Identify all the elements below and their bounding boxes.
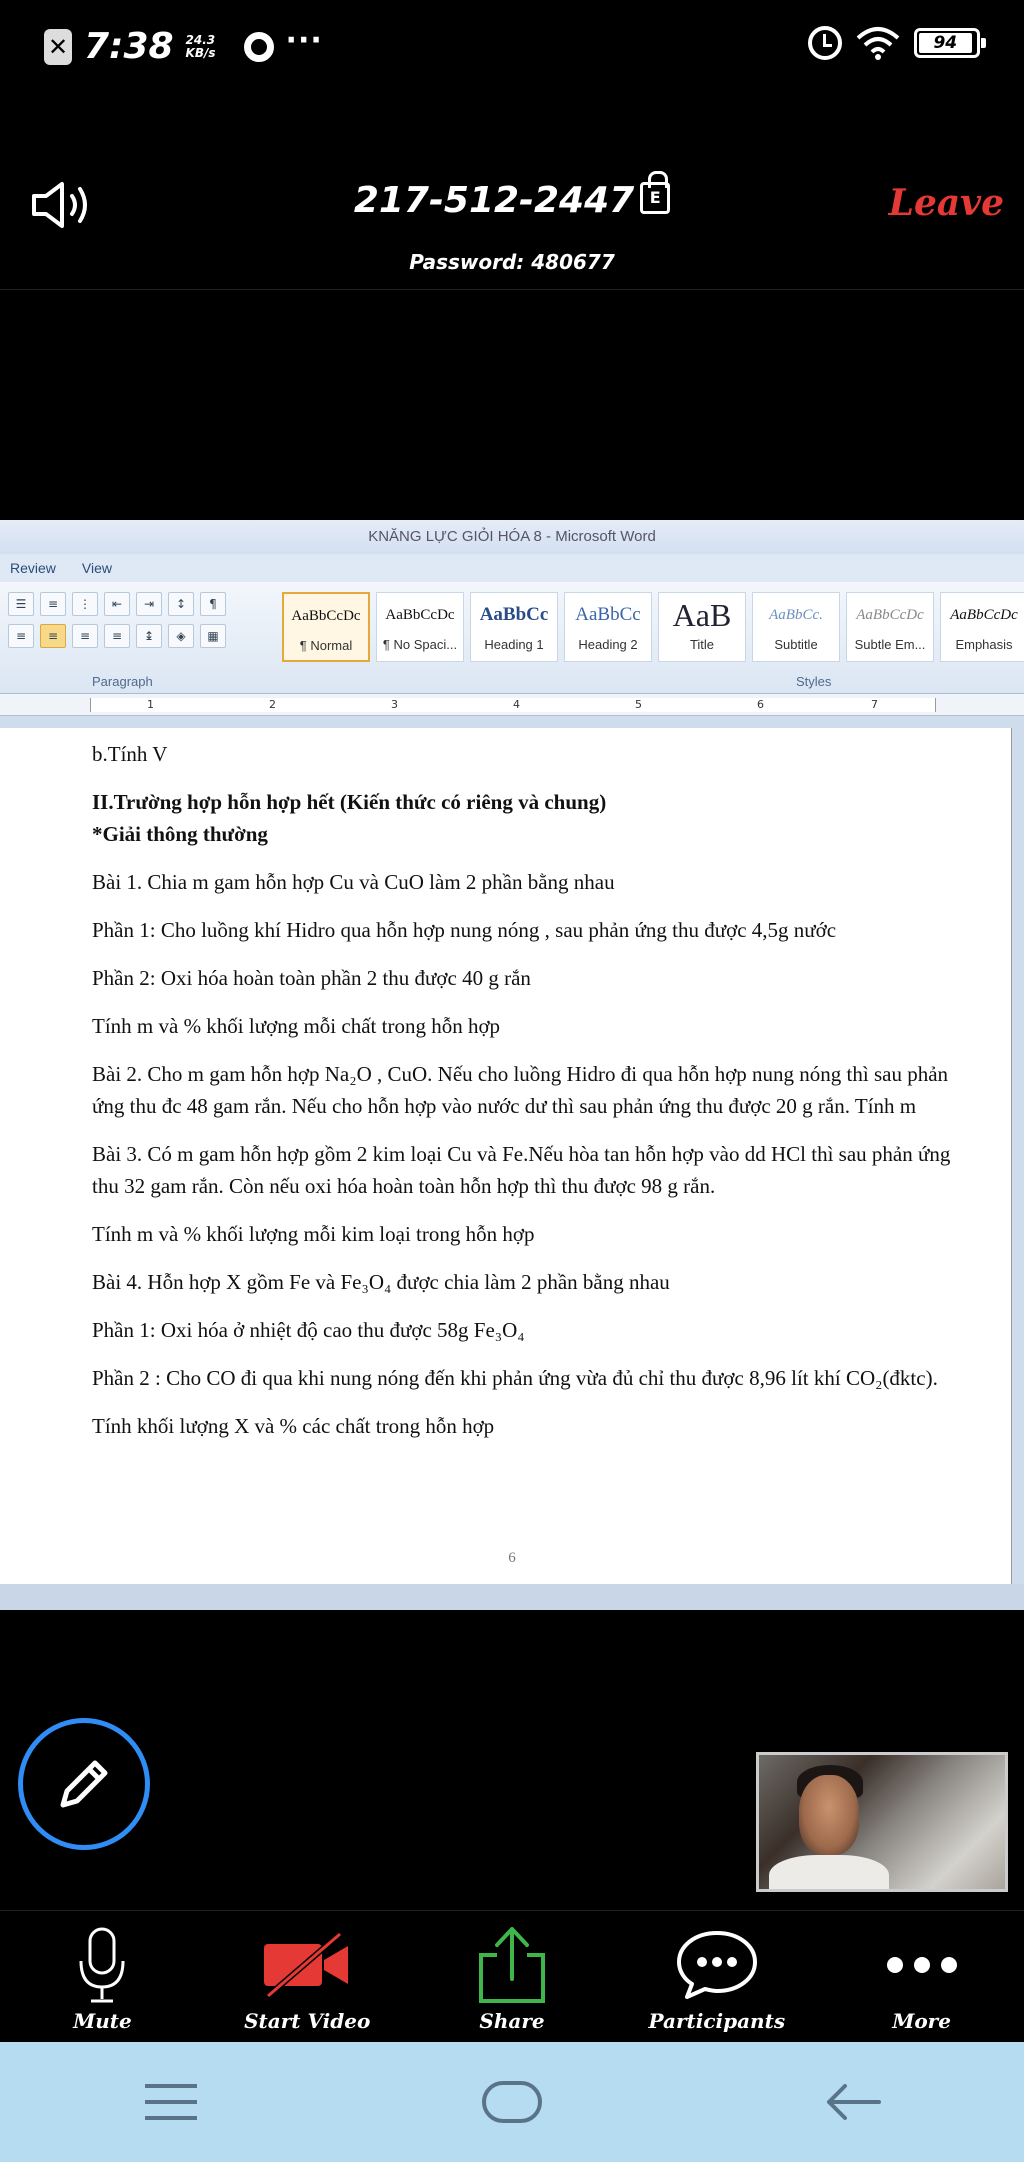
multilevel-list-icon: ⋮ [72,592,98,616]
more-button[interactable]: More [819,1911,1024,2042]
doc-line: Phần 2: Oxi hóa hoàn toàn phần 2 thu đượ… [92,966,531,990]
paragraph-group: ☰ ≡ ⋮ ⇤ ⇥ ↕ ¶ ≡ ≡ ≡ ≡ ↨ ◈ ▦ [8,592,270,684]
alarm-icon [808,26,842,60]
wifi-icon [856,27,900,60]
align-center-icon: ≡ [40,624,66,648]
align-right-icon: ≡ [72,624,98,648]
line-spacing-icon: ↨ [136,624,162,648]
style-subtitle: AaBbCc. Subtitle [752,592,840,662]
doc-heading: II.Trường hợp hỗn hợp hết (Kiến thức có … [92,790,607,814]
menu-icon [144,2084,197,2120]
battery-icon: 94 [914,28,986,58]
meeting-password: Password: 480677 [409,250,615,274]
word-ribbon: ☰ ≡ ⋮ ⇤ ⇥ ↕ ¶ ≡ ≡ ≡ ≡ ↨ ◈ ▦ Paragraph Aa… [0,582,1024,694]
borders-icon: ▦ [200,624,226,648]
home-icon [481,2081,542,2123]
doc-line: Bài 2. Cho m gam hỗn hợp Na₂O , CuO. Nếu… [92,1062,949,1118]
lock-icon: E [640,171,671,214]
battery-level: 94 [919,33,972,53]
style-heading-2: AaBbCc Heading 2 [564,592,652,662]
doc-line: Bài 1. Chia m gam hỗn hợp Cu và CuO làm … [92,870,615,894]
annotate-button[interactable] [18,1718,150,1850]
status-time: 7:38 [84,26,174,67]
more-dots-icon [886,1957,957,1973]
leave-button[interactable]: Leave [889,182,1004,224]
styles-group-label: Styles [796,674,832,689]
shared-screen[interactable]: KNĂNG LỰC GIỎI HÓA 8 - Microsoft Word Re… [0,520,1024,1610]
meeting-header: 217-512-2447 E Leave Password: 480677 [0,150,1024,290]
sort-icon: ↕ [168,592,194,616]
ruler: 1 2 3 4 5 6 7 [0,694,1024,716]
align-left-icon: ≡ [8,624,34,648]
doc-subheading: *Giải thông thường [92,822,268,846]
word-ribbon-tabs: Review View [0,554,1024,582]
doc-line: b.Tính V [92,742,168,766]
paragraph-group-label: Paragraph [92,674,153,689]
doc-line: Tính m và % khối lượng mỗi chất trong hỗ… [92,1014,501,1038]
doc-line: Bài 4. Hỗn hợp X gồm Fe và Fe₃O₄ được ch… [92,1270,670,1294]
network-speed: 24.3 KB/s [185,32,216,60]
home-button[interactable] [442,2062,582,2142]
style-normal: AaBbCcDc ¶ Normal [282,592,370,662]
doc-line: Tính m và % khối lượng mỗi kim loại tron… [92,1222,535,1246]
more-notifications-icon: ··· [285,23,323,58]
doc-line: Phần 1: Oxi hóa ở nhiệt độ cao thu được … [92,1318,525,1342]
recent-apps-button[interactable] [101,2062,241,2142]
style-title: AaB Title [658,592,746,662]
share-button[interactable]: Share [410,1911,615,2042]
self-video-thumbnail[interactable] [756,1752,1008,1892]
style-no-spacing: AaBbCcDc ¶ No Spaci... [376,592,464,662]
word-title-bar: KNĂNG LỰC GIỎI HÓA 8 - Microsoft Word [0,520,1024,554]
bullets-icon: ☰ [8,592,34,616]
styles-gallery: AaBbCcDc ¶ Normal AaBbCcDc ¶ No Spaci... A… [282,592,1024,662]
decrease-indent-icon: ⇤ [104,592,130,616]
status-bar: ✕ 7:38 24.3 KB/s ··· 94 [0,0,1024,96]
document-page: b.Tính V II.Trường hợp hỗn hợp hết (Kiến… [0,728,1012,1584]
tab-view: View [81,560,112,576]
tab-review: Review [10,560,56,576]
start-video-button[interactable]: Start Video [205,1911,410,2042]
chat-bubble-icon [676,1931,757,1999]
justify-icon: ≡ [104,624,130,648]
pencil-icon [60,1760,108,1808]
participants-button[interactable]: Participants [614,1911,819,2042]
microphone-icon [79,1927,125,2003]
mute-button[interactable]: Mute [0,1911,205,2042]
doc-line: Phần 1: Cho luồng khí Hidro qua hỗn hợp … [92,918,837,942]
style-emphasis: AaBbCcDc Emphasis [940,592,1024,662]
increase-indent-icon: ⇥ [136,592,162,616]
pilcrow-icon: ¶ [200,592,226,616]
chrome-icon [243,31,274,62]
video-off-icon [264,1931,349,1999]
system-navigation-bar [0,2042,1024,2162]
doc-line: Phần 2 : Cho CO đi qua khi nung nóng đến… [92,1366,938,1390]
meeting-toolbar: Mute Start Video Share Participants More [0,1910,1024,2042]
style-subtle-emphasis: AaBbCcDc Subtle Em... [846,592,934,662]
shading-icon: ◈ [168,624,194,648]
document-bottom-area [0,1584,1024,1610]
share-icon [478,1927,545,2003]
numbering-icon: ≡ [40,592,66,616]
doc-line: Bài 3. Có m gam hỗn hợp gồm 2 kim loại C… [92,1142,951,1198]
notification-close-icon: ✕ [44,28,72,65]
doc-line: Tính khối lượng X và % các chất trong hỗ… [92,1414,495,1438]
back-button[interactable] [783,2062,923,2142]
meeting-id[interactable]: 217-512-2447 E [0,171,1024,221]
style-heading-1: AaBbCc Heading 1 [470,592,558,662]
page-number: 6 [508,1550,516,1566]
back-arrow-icon [827,2084,882,2120]
